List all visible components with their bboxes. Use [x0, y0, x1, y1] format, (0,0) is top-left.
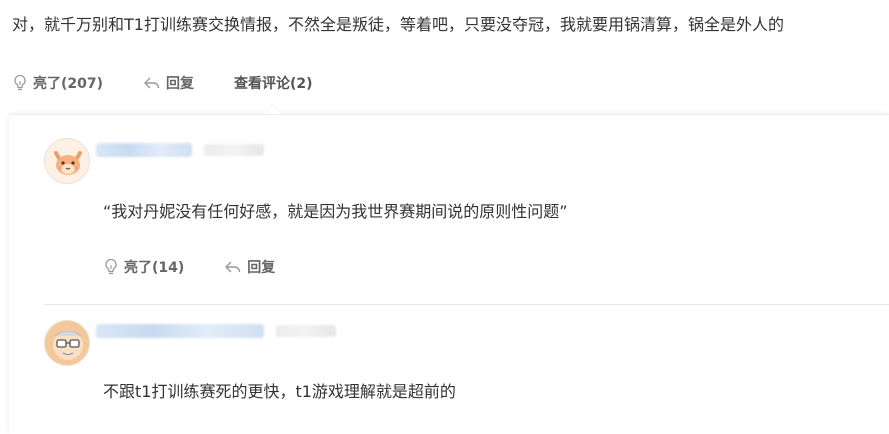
lightbulb-icon — [14, 74, 26, 91]
avatar[interactable] — [44, 320, 90, 366]
avatar[interactable] — [44, 138, 90, 184]
blurred-username[interactable] — [96, 324, 264, 338]
glasses-avatar-icon — [45, 321, 89, 365]
cat-avatar-icon — [45, 139, 89, 183]
comment-like-label: 亮了(14) — [124, 260, 185, 276]
blurred-username[interactable] — [96, 143, 192, 157]
lightbulb-icon — [105, 258, 117, 275]
comment-text: “我对丹妮没有任何好感，就是因为我世界赛期间说的原则性问题” — [103, 202, 568, 221]
like-label: 亮了(207) — [33, 76, 104, 92]
reply-arrow-icon — [225, 261, 241, 273]
comment-divider — [44, 304, 889, 305]
reply-arrow-icon — [144, 77, 160, 89]
post-text: 对，就千万别和T1打训练赛交换情报，不然全是叛徒，等着吧，只要没夺冠，我就要用锅… — [12, 15, 784, 34]
blurred-meta — [204, 144, 264, 156]
reply-button[interactable]: 回复 — [143, 73, 194, 93]
view-comments-label: 查看评论(2) — [234, 76, 313, 92]
comment-like-button[interactable]: 亮了(14) — [103, 257, 184, 277]
comment-actions: 亮了(14) 回复 — [103, 257, 275, 277]
comment-reply-button[interactable]: 回复 — [224, 257, 275, 277]
view-comments-button[interactable]: 查看评论(2) — [234, 73, 313, 93]
comment-reply-label: 回复 — [247, 260, 276, 276]
panel-caret — [263, 104, 283, 114]
like-button[interactable]: 亮了(207) — [12, 73, 103, 93]
comment-text: 不跟t1打训练赛死的更快，t1游戏理解就是超前的 — [103, 382, 456, 401]
reply-label: 回复 — [166, 76, 195, 92]
blurred-meta — [276, 325, 336, 337]
post-actions: 亮了(207) 回复 查看评论(2) — [12, 72, 313, 94]
